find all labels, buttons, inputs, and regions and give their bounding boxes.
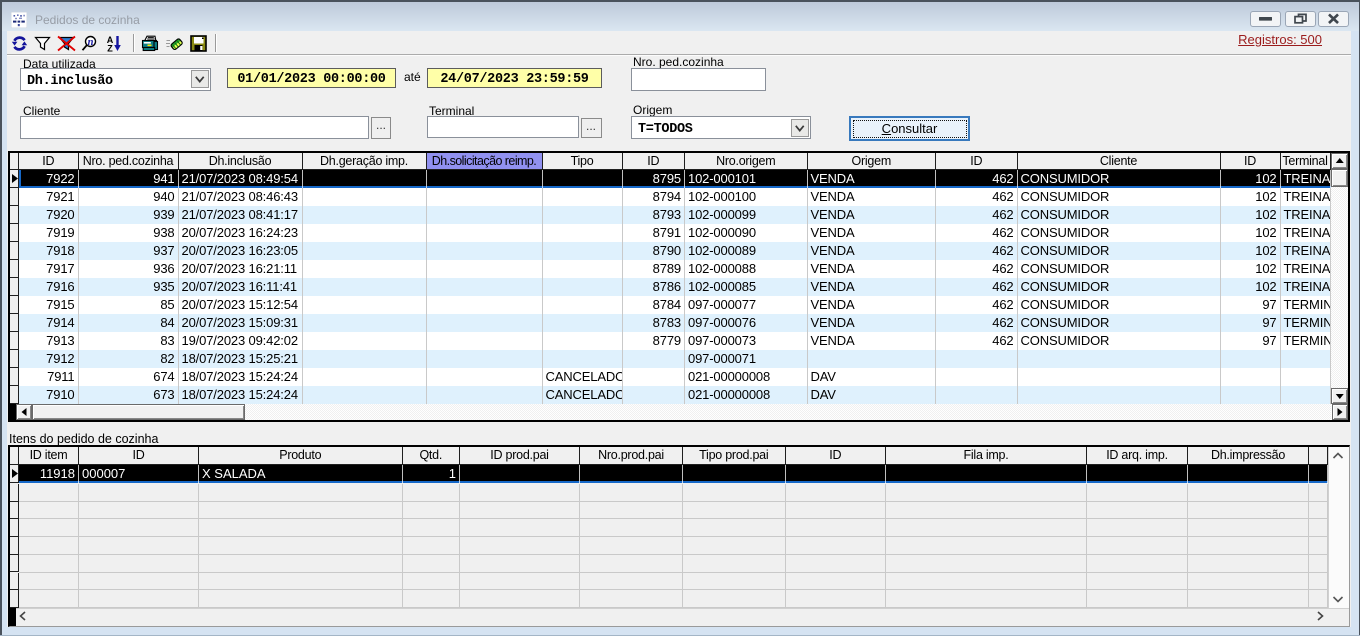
svg-text:Z: Z — [107, 43, 113, 52]
svg-text:n: n — [88, 37, 94, 48]
